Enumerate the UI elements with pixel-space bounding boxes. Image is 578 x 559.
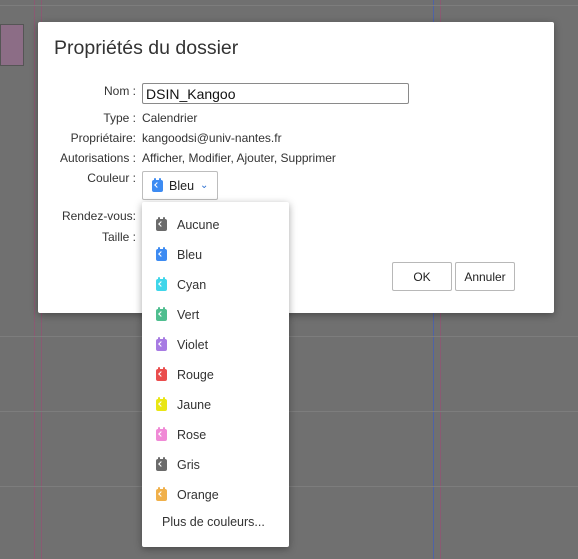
color-dropdown-menu: Aucune Bleu Cyan Vert Violet Rouge Jaune… — [142, 202, 289, 547]
color-option-cyan[interactable]: Cyan — [142, 270, 289, 300]
calendar-icon — [152, 177, 163, 192]
calendar-icon — [156, 457, 167, 471]
color-option-bleu[interactable]: Bleu — [142, 240, 289, 270]
color-option-label: Jaune — [177, 398, 212, 412]
hour-line — [0, 336, 578, 337]
color-option-label: Rouge — [177, 368, 214, 382]
day-divider — [34, 0, 35, 559]
color-option-rose[interactable]: Rose — [142, 420, 289, 450]
color-option-jaune[interactable]: Jaune — [142, 390, 289, 420]
dialog-title: Propriétés du dossier — [54, 37, 239, 59]
color-label: Couleur : — [87, 171, 136, 185]
calendar-icon — [156, 427, 167, 441]
color-option-vert[interactable]: Vert — [142, 300, 289, 330]
color-option-label: Aucune — [177, 218, 220, 232]
calendar-icon — [156, 487, 167, 501]
size-label: Taille : — [101, 230, 136, 244]
ok-button[interactable]: OK — [392, 262, 452, 291]
cancel-button[interactable]: Annuler — [455, 262, 515, 291]
hour-line — [0, 486, 578, 487]
calendar-icon — [156, 367, 167, 381]
owner-label: Propriétaire: — [70, 131, 136, 145]
folder-properties-dialog: Propriétés du dossier Nom : Type : Calen… — [38, 22, 554, 313]
type-value: Calendrier — [142, 111, 198, 125]
permissions-label: Autorisations : — [59, 151, 136, 165]
calendar-icon — [156, 337, 167, 351]
color-select-button[interactable]: Bleu ⌄ — [142, 171, 218, 200]
calendar-icon — [156, 217, 167, 231]
color-option-violet[interactable]: Violet — [142, 330, 289, 360]
calendar-icon — [156, 277, 167, 291]
chevron-down-icon: ⌄ — [200, 180, 209, 191]
color-select-value: Bleu — [169, 178, 195, 193]
appointments-label: Rendez-vous: — [61, 209, 136, 223]
name-label: Nom : — [103, 84, 136, 98]
hour-line — [0, 411, 578, 412]
color-option-label: Gris — [177, 458, 200, 472]
name-field[interactable] — [142, 83, 409, 104]
color-option-label: Cyan — [177, 278, 207, 292]
color-option-gris[interactable]: Gris — [142, 450, 289, 480]
color-option-rouge[interactable]: Rouge — [142, 360, 289, 390]
calendar-icon — [156, 247, 167, 261]
calendar-icon — [156, 307, 167, 321]
hour-line — [0, 5, 578, 6]
color-option-label: Orange — [177, 488, 219, 502]
color-option-label: Vert — [177, 308, 200, 322]
calendar-icon — [156, 397, 167, 411]
color-option-aucune[interactable]: Aucune — [142, 210, 289, 240]
color-option-label: Bleu — [177, 248, 203, 262]
permissions-value: Afficher, Modifier, Ajouter, Supprimer — [142, 151, 336, 165]
more-colors-link[interactable]: Plus de couleurs... — [162, 515, 265, 529]
color-option-label: Violet — [177, 338, 209, 352]
color-option-orange[interactable]: Orange — [142, 480, 289, 510]
owner-value: kangoodsi@univ-nantes.fr — [142, 131, 282, 145]
event-block — [0, 24, 24, 66]
color-option-label: Rose — [177, 428, 207, 442]
type-label: Type : — [103, 111, 136, 125]
